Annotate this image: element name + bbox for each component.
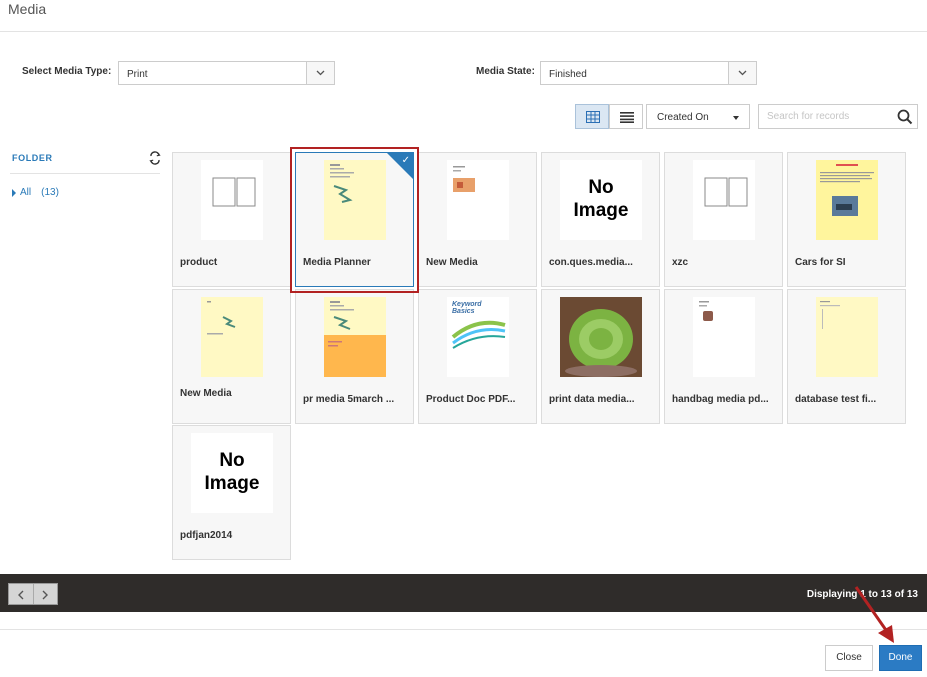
no-image-line2: Image [573, 200, 629, 221]
no-image-placeholder: No Image [191, 433, 273, 513]
no-image-line1: No [588, 177, 614, 198]
media-tile[interactable]: Cars for SI [787, 152, 906, 287]
search-input[interactable] [759, 105, 895, 128]
media-name: con.ques.media... [549, 257, 633, 268]
grid-view-button[interactable] [575, 104, 609, 129]
media-thumbnail [816, 297, 878, 377]
caret-down-icon [733, 116, 739, 120]
folder-item-count: (13) [41, 187, 59, 198]
media-tile[interactable]: pr media 5march ... [295, 289, 414, 424]
media-type-select[interactable]: Print [118, 61, 335, 85]
media-tile[interactable]: database test fi... [787, 289, 906, 424]
media-tile[interactable]: Keyword Basics Product Doc PDF... [418, 289, 537, 424]
media-thumbnail [693, 160, 755, 240]
media-tile[interactable]: New Media [172, 289, 291, 424]
close-button[interactable]: Close [825, 645, 873, 671]
search-icon[interactable] [897, 109, 913, 125]
chevron-left-icon[interactable] [17, 590, 25, 600]
folder-header: FOLDER [12, 153, 53, 163]
search-box [758, 104, 918, 129]
media-tile[interactable]: No Image pdfjan2014 [172, 425, 291, 560]
list-icon [620, 112, 634, 123]
refresh-icon[interactable] [149, 151, 161, 165]
media-thumbnail [560, 297, 642, 377]
media-state-label: Media State: [476, 66, 535, 77]
media-tile[interactable]: No Image con.ques.media... [541, 152, 660, 287]
media-name: New Media [426, 257, 478, 268]
media-type-label: Select Media Type: [22, 66, 112, 77]
chevron-down-icon [738, 70, 747, 76]
media-thumbnail [447, 160, 509, 240]
media-thumbnail [324, 160, 386, 240]
media-tile[interactable]: New Media [418, 152, 537, 287]
media-state-select[interactable]: Finished [540, 61, 757, 85]
no-image-line1: No [219, 450, 245, 471]
sort-dropdown[interactable]: Created On [646, 104, 750, 129]
folder-item-all[interactable]: All (13) [12, 187, 59, 198]
no-image-placeholder: No Image [560, 160, 642, 240]
media-tile[interactable]: handbag media pd... [664, 289, 783, 424]
media-thumbnail [324, 297, 386, 377]
media-type-dropdown-button[interactable] [306, 62, 334, 84]
sort-value: Created On [657, 112, 709, 123]
media-name: database test fi... [795, 394, 877, 405]
media-name: New Media [180, 388, 232, 399]
pager-bar: Displaying 1 to 13 of 13 [0, 574, 927, 612]
media-name: product [180, 257, 218, 268]
folder-item-label: All [20, 187, 32, 198]
dialog-title: Media [8, 1, 47, 17]
folder-divider [10, 173, 160, 174]
done-button[interactable]: Done [879, 645, 922, 671]
pager-separator [33, 584, 34, 604]
pager-buttons [8, 583, 58, 605]
media-type-value: Print [127, 69, 148, 80]
chevron-right-icon[interactable] [41, 590, 49, 600]
media-state-dropdown-button[interactable] [728, 62, 756, 84]
no-image-line2: Image [204, 473, 260, 494]
footer-divider [0, 629, 927, 630]
media-thumbnail [201, 160, 263, 240]
media-thumbnail [816, 160, 878, 240]
media-thumbnail [201, 297, 263, 377]
title-divider [0, 31, 927, 32]
grid-icon [586, 111, 600, 123]
media-tile-selected[interactable]: ✓ Media Planner [295, 152, 414, 287]
media-tile[interactable]: print data media... [541, 289, 660, 424]
check-icon: ✓ [401, 155, 410, 166]
media-tile[interactable]: product [172, 152, 291, 287]
media-name: Product Doc PDF... [426, 394, 516, 405]
media-name: print data media... [549, 394, 635, 405]
annotation-arrow-icon [854, 586, 894, 643]
media-thumbnail: Keyword Basics [447, 297, 509, 377]
media-thumbnail [693, 297, 755, 377]
media-name: handbag media pd... [672, 394, 769, 405]
media-name: pdfjan2014 [180, 530, 233, 541]
media-tile[interactable]: xzc [664, 152, 783, 287]
chevron-down-icon [316, 70, 325, 76]
media-name: pr media 5march ... [303, 394, 395, 405]
media-name: Cars for SI [795, 257, 846, 268]
list-view-button[interactable] [609, 104, 643, 129]
expand-triangle-icon[interactable] [12, 188, 16, 197]
media-name: xzc [672, 257, 689, 268]
media-state-value: Finished [549, 69, 587, 80]
media-name: Media Planner [303, 257, 371, 268]
